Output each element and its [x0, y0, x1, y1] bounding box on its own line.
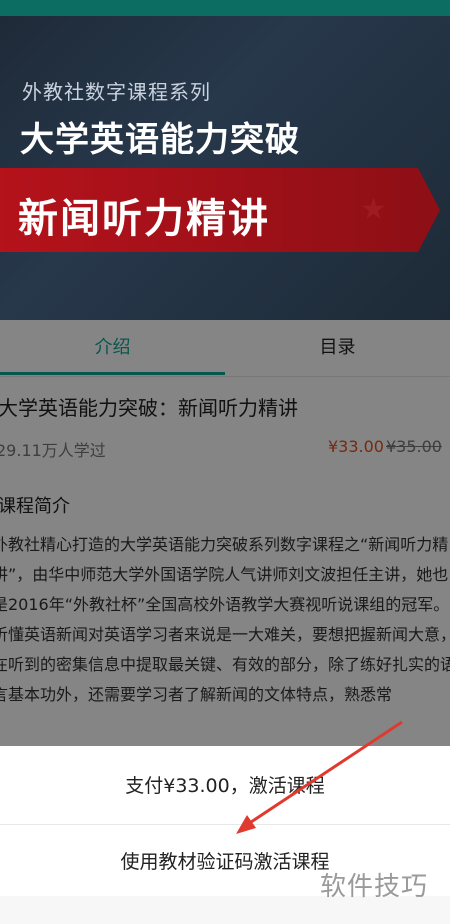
star-icon: ★ [360, 192, 387, 227]
sheet-divider [0, 824, 450, 825]
watermark-text: 软件技巧 [320, 872, 429, 902]
banner-ribbon-text: 新闻听力精讲 [18, 196, 270, 242]
status-bar [0, 0, 450, 16]
course-banner: 外教社数字课程系列 大学英语能力突破 ★ 新闻听力精讲 [0, 16, 450, 320]
banner-ribbon-tip [418, 168, 440, 252]
banner-title: 大学英语能力突破 [20, 120, 300, 160]
modal-dim-overlay[interactable] [0, 320, 450, 746]
banner-series-label: 外教社数字课程系列 [22, 80, 211, 104]
pay-activate-button[interactable]: 支付¥33.00，激活课程 [0, 750, 450, 822]
